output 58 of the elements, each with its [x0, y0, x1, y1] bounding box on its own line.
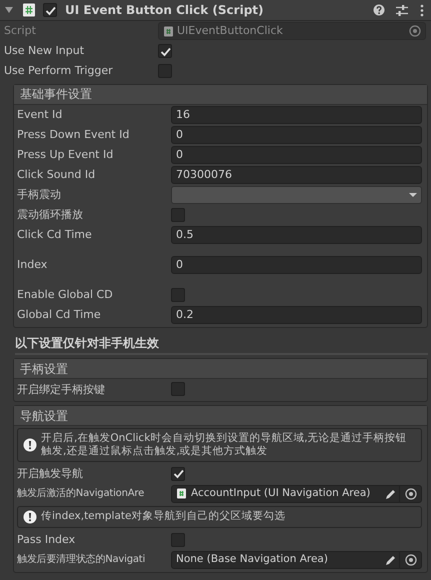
more-options-icon[interactable]	[420, 4, 424, 16]
pencil-icon[interactable]	[384, 488, 396, 500]
help-text: 开启后,在触发OnClick时会自动切换到设置的导航区域,无论是通过手柄按钮触发,还是通过鼠标点击触发,或是其他方式触发	[41, 432, 408, 458]
input-field[interactable]: 0.2	[171, 306, 422, 324]
field-label: Click Sound Id	[17, 168, 96, 182]
field-label: Event Id	[17, 108, 64, 122]
field-label: Enable Global CD	[17, 288, 114, 302]
input-field[interactable]: 0.5	[171, 226, 422, 244]
checkbox[interactable]	[171, 288, 185, 302]
component-title: UI Event Button Click (Script)	[65, 2, 264, 18]
help-icon[interactable]	[373, 4, 385, 16]
field-label: 开启触发导航	[17, 466, 84, 480]
field-label: Use New Input	[4, 44, 86, 58]
help-text: 传index,template对象导航到自己的父区域要勾选	[41, 510, 286, 523]
group-title: 基础事件设置	[14, 85, 427, 105]
sliders-icon[interactable]	[395, 4, 409, 16]
script-icon	[163, 26, 174, 36]
section-heading: 以下设置仅针对非手机生效	[15, 336, 428, 356]
input-field[interactable]: 0	[171, 146, 422, 164]
field-label: Global Cd Time	[17, 308, 102, 322]
field-label: 手柄震动	[17, 188, 62, 202]
pencil-icon[interactable]	[384, 554, 396, 566]
checkbox[interactable]	[171, 532, 185, 547]
field-value: UIEventButtonClick	[177, 24, 284, 38]
field-value: AccountInput (UI Navigation Area)	[191, 487, 372, 500]
script-icon	[22, 3, 36, 17]
check-icon	[172, 467, 184, 480]
group-title: 手柄设置	[14, 359, 427, 380]
checkbox[interactable]	[158, 64, 172, 78]
group-title: 导航设置	[14, 406, 427, 426]
checkbox[interactable]	[171, 382, 185, 396]
field-label: 震动循环播放	[17, 208, 84, 222]
field-label: Script	[4, 24, 37, 38]
input-field[interactable]: 70300076	[171, 166, 422, 184]
field-label: Pass Index	[17, 532, 76, 546]
checkbox[interactable]	[171, 208, 185, 222]
expand-caret-icon[interactable]	[4, 5, 14, 15]
input-field[interactable]: 0	[171, 126, 422, 144]
target-icon[interactable]	[404, 554, 416, 566]
input-field[interactable]: 0	[171, 256, 422, 274]
checkbox[interactable]	[43, 3, 57, 17]
checkbox[interactable]	[171, 466, 185, 481]
field-label: 开启绑定手柄按键	[17, 382, 106, 396]
field-label: Use Perform Trigger	[4, 64, 114, 78]
field-label: Click Cd Time	[17, 228, 93, 242]
field-label: Index	[17, 258, 48, 272]
field-label: Press Up Event Id	[17, 148, 114, 162]
checkbox[interactable]	[158, 44, 172, 58]
field-label: 触发后激活的NavigationAre	[17, 488, 146, 500]
script-icon	[176, 488, 187, 500]
target-icon[interactable]	[404, 488, 416, 500]
exclamation-icon	[23, 510, 37, 524]
field-value: None (Base Navigation Area)	[176, 553, 329, 566]
field-label: 触发后要清理状态的Navigati	[17, 554, 146, 566]
dropdown-arrow-icon	[409, 193, 417, 197]
input-field[interactable]: 16	[171, 106, 422, 124]
exclamation-icon	[23, 438, 37, 452]
field-label: Press Down Event Id	[17, 128, 130, 142]
